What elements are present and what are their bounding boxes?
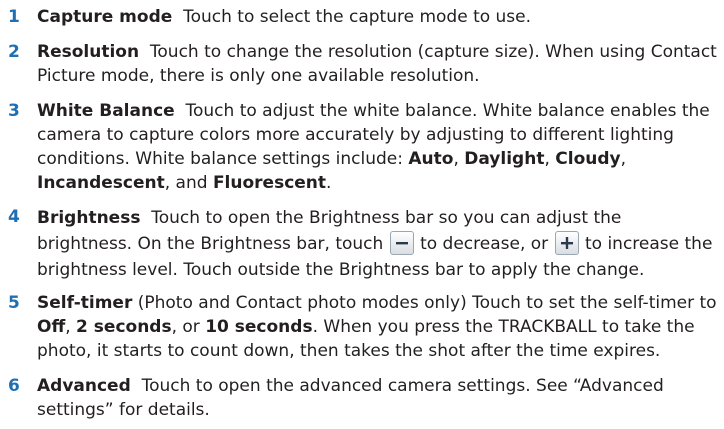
item-number: 1 <box>8 7 20 27</box>
option-2-seconds: 2 seconds <box>76 317 172 337</box>
item-term: White Balance <box>37 101 175 121</box>
option-10-seconds: 10 seconds <box>205 317 313 337</box>
item-number: 5 <box>8 293 20 313</box>
separator: , <box>544 149 556 169</box>
item-term: Brightness <box>37 208 141 228</box>
sentence-end: . <box>326 173 332 193</box>
minus-icon <box>389 231 414 255</box>
item-description: Touch to change the resolution (capture … <box>37 42 717 86</box>
option-auto: Auto <box>408 149 454 169</box>
plus-icon <box>554 231 579 255</box>
item-number: 6 <box>8 376 20 396</box>
option-incandescent: Incandescent <box>37 173 165 193</box>
option-cloudy: Cloudy <box>555 149 621 169</box>
separator: , <box>620 149 627 169</box>
item-body: Resolution Touch to change the resolutio… <box>37 40 720 88</box>
separator: , <box>453 149 465 169</box>
separator: , <box>65 317 77 337</box>
option-fluorescent: Fluorescent <box>212 173 327 193</box>
option-daylight: Daylight <box>464 149 545 169</box>
item-body: Self-timer (Photo and Contact photo mode… <box>37 291 720 363</box>
item-description: (Photo and Contact photo modes only) Tou… <box>132 293 717 313</box>
item-term: Capture mode <box>37 7 173 27</box>
item-term: Advanced <box>37 376 131 396</box>
item-body: White Balance Touch to adjust the white … <box>37 99 720 195</box>
item-description-2: to decrease, or <box>414 234 554 254</box>
item-term: Self-timer <box>37 293 133 313</box>
item-body: Brightness Touch to open the Brightness … <box>37 205 720 283</box>
item-description: Touch to open the advanced camera settin… <box>37 376 664 420</box>
item-number: 4 <box>8 207 20 227</box>
item-body: Advanced Touch to open the advanced came… <box>37 374 720 422</box>
item-number: 3 <box>8 101 20 121</box>
item-description: Touch to select the capture mode to use. <box>183 7 532 27</box>
item-body: Capture mode Touch to select the capture… <box>37 5 720 29</box>
item-term: Resolution <box>37 42 140 62</box>
option-off: Off <box>37 317 66 337</box>
separator: , or <box>171 317 206 337</box>
camera-settings-list: 1 Capture mode Touch to select the captu… <box>0 0 724 429</box>
item-number: 2 <box>8 42 20 62</box>
separator: , and <box>164 173 213 193</box>
